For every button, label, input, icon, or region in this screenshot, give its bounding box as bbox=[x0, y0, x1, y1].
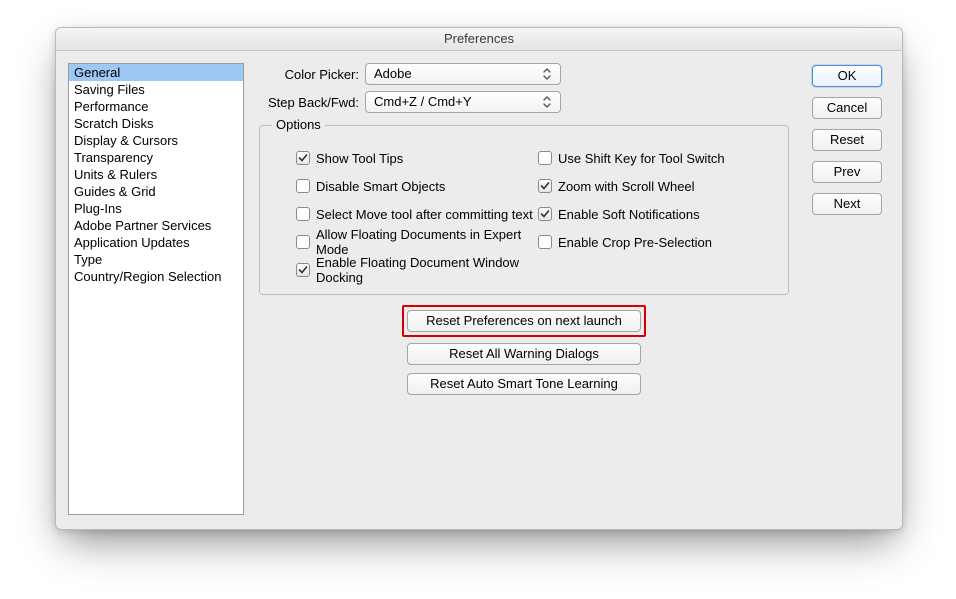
reset-preferences-button[interactable]: Reset Preferences on next launch bbox=[407, 310, 641, 332]
prev-button[interactable]: Prev bbox=[812, 161, 882, 183]
checkbox-icon bbox=[538, 235, 552, 249]
checkbox-icon bbox=[538, 207, 552, 221]
sidebar-item-adobe-partner-services[interactable]: Adobe Partner Services bbox=[69, 217, 243, 234]
checkbox-icon bbox=[296, 235, 310, 249]
options-legend: Options bbox=[272, 117, 325, 132]
sidebar-item-country-region[interactable]: Country/Region Selection bbox=[69, 268, 243, 285]
sidebar-item-scratch-disks[interactable]: Scratch Disks bbox=[69, 115, 243, 132]
option-label: Select Move tool after committing text bbox=[316, 207, 533, 222]
action-button-column: OK Cancel Reset Prev Next bbox=[804, 63, 890, 518]
option-label: Enable Floating Document Window Docking bbox=[316, 255, 538, 285]
next-button[interactable]: Next bbox=[812, 193, 882, 215]
reset-buttons-stack: Reset Preferences on next launch Reset A… bbox=[259, 305, 789, 403]
option-enable-crop-preselection[interactable]: Enable Crop Pre-Selection bbox=[538, 228, 768, 256]
options-fieldset: Options Show Tool Tips Disable Smart Obj… bbox=[259, 125, 789, 295]
step-back-label: Step Back/Fwd: bbox=[259, 95, 359, 110]
option-zoom-scroll-wheel[interactable]: Zoom with Scroll Wheel bbox=[538, 172, 768, 200]
checkbox-icon bbox=[538, 179, 552, 193]
option-label: Enable Soft Notifications bbox=[558, 207, 700, 222]
window-title: Preferences bbox=[444, 31, 514, 46]
reset-smart-tone-button[interactable]: Reset Auto Smart Tone Learning bbox=[407, 373, 641, 395]
checkbox-icon bbox=[296, 263, 310, 277]
option-label: Zoom with Scroll Wheel bbox=[558, 179, 695, 194]
color-picker-value: Adobe bbox=[374, 66, 412, 81]
cancel-button[interactable]: Cancel bbox=[812, 97, 882, 119]
option-disable-smart-objects[interactable]: Disable Smart Objects bbox=[296, 172, 538, 200]
sidebar-item-plug-ins[interactable]: Plug-Ins bbox=[69, 200, 243, 217]
sidebar-item-application-updates[interactable]: Application Updates bbox=[69, 234, 243, 251]
sidebar-item-transparency[interactable]: Transparency bbox=[69, 149, 243, 166]
select-arrows-icon bbox=[540, 92, 554, 112]
checkbox-icon bbox=[296, 207, 310, 221]
checkbox-icon bbox=[296, 179, 310, 193]
reset-button[interactable]: Reset bbox=[812, 129, 882, 151]
checkbox-icon bbox=[296, 151, 310, 165]
ok-button[interactable]: OK bbox=[812, 65, 882, 87]
content-area: General Saving Files Performance Scratch… bbox=[56, 51, 902, 530]
step-back-select[interactable]: Cmd+Z / Cmd+Y bbox=[365, 91, 561, 113]
color-picker-label: Color Picker: bbox=[259, 67, 359, 82]
select-arrows-icon bbox=[540, 64, 554, 84]
sidebar-item-general[interactable]: General bbox=[69, 64, 243, 81]
category-list[interactable]: General Saving Files Performance Scratch… bbox=[68, 63, 244, 515]
option-show-tool-tips[interactable]: Show Tool Tips bbox=[296, 144, 538, 172]
option-label: Enable Crop Pre-Selection bbox=[558, 235, 712, 250]
option-label: Use Shift Key for Tool Switch bbox=[558, 151, 725, 166]
color-picker-select[interactable]: Adobe bbox=[365, 63, 561, 85]
sidebar-item-saving-files[interactable]: Saving Files bbox=[69, 81, 243, 98]
sidebar-item-display-cursors[interactable]: Display & Cursors bbox=[69, 132, 243, 149]
sidebar-item-type[interactable]: Type bbox=[69, 251, 243, 268]
checkbox-icon bbox=[538, 151, 552, 165]
sidebar-item-guides-grid[interactable]: Guides & Grid bbox=[69, 183, 243, 200]
preferences-window: Preferences General Saving Files Perform… bbox=[55, 27, 903, 530]
sidebar-item-units-rulers[interactable]: Units & Rulers bbox=[69, 166, 243, 183]
step-back-value: Cmd+Z / Cmd+Y bbox=[374, 94, 472, 109]
option-label: Allow Floating Documents in Expert Mode bbox=[316, 227, 538, 257]
reset-warning-dialogs-button[interactable]: Reset All Warning Dialogs bbox=[407, 343, 641, 365]
option-use-shift-key[interactable]: Use Shift Key for Tool Switch bbox=[538, 144, 768, 172]
option-enable-soft-notifications[interactable]: Enable Soft Notifications bbox=[538, 200, 768, 228]
option-select-move-tool[interactable]: Select Move tool after committing text bbox=[296, 200, 538, 228]
option-allow-floating-documents[interactable]: Allow Floating Documents in Expert Mode bbox=[296, 228, 538, 256]
option-label: Disable Smart Objects bbox=[316, 179, 445, 194]
sidebar-item-performance[interactable]: Performance bbox=[69, 98, 243, 115]
main-panel: Color Picker: Adobe Step Back/Fwd: Cmd+Z… bbox=[244, 63, 804, 518]
highlight-box: Reset Preferences on next launch bbox=[402, 305, 646, 337]
titlebar: Preferences bbox=[56, 28, 902, 51]
option-enable-floating-docking[interactable]: Enable Floating Document Window Docking bbox=[296, 256, 538, 284]
option-label: Show Tool Tips bbox=[316, 151, 403, 166]
